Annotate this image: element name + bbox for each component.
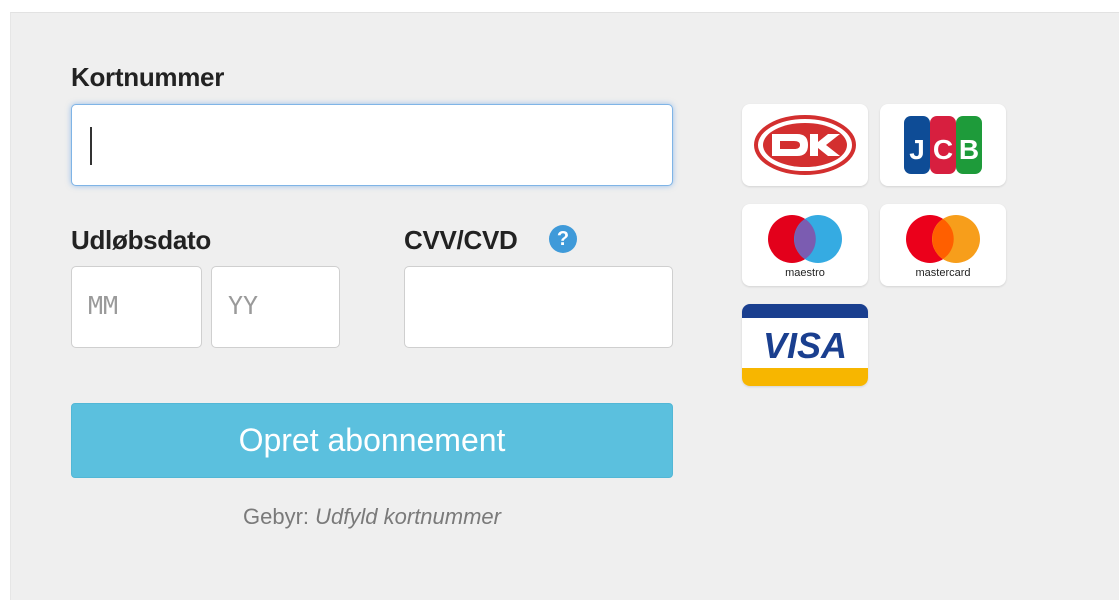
fee-value: Udfyld kortnummer xyxy=(315,504,501,529)
month-placeholder: MM xyxy=(88,291,119,320)
svg-text:J: J xyxy=(909,134,925,165)
jcb-logo: J C B xyxy=(880,104,1006,186)
card-number-input[interactable] xyxy=(71,104,673,186)
card-number-label: Kortnummer xyxy=(71,62,225,92)
visa-logo: VISA xyxy=(742,304,868,386)
cvv-label: CVV/CVD xyxy=(404,225,518,255)
svg-text:C: C xyxy=(933,134,953,165)
expiry-label: Udløbsdato xyxy=(71,225,211,255)
expiry-month-input[interactable]: MM xyxy=(71,266,202,348)
expiry-year-input[interactable]: YY xyxy=(211,266,340,348)
mastercard-logo: mastercard xyxy=(880,204,1006,286)
maestro-logo: maestro xyxy=(742,204,868,286)
dankort-logo xyxy=(742,104,868,186)
visa-text: VISA xyxy=(763,325,847,366)
cvv-input[interactable] xyxy=(404,266,673,348)
year-placeholder: YY xyxy=(228,291,259,320)
text-caret xyxy=(90,127,92,165)
maestro-text: maestro xyxy=(785,267,825,279)
mastercard-text: mastercard xyxy=(915,267,970,279)
create-subscription-button[interactable]: Opret abonnement xyxy=(71,403,673,478)
fee-text: Gebyr: Udfyld kortnummer xyxy=(0,504,744,530)
question-circle-icon[interactable]: ? xyxy=(549,225,577,253)
fee-label: Gebyr: xyxy=(243,504,310,529)
svg-text:B: B xyxy=(959,134,979,165)
